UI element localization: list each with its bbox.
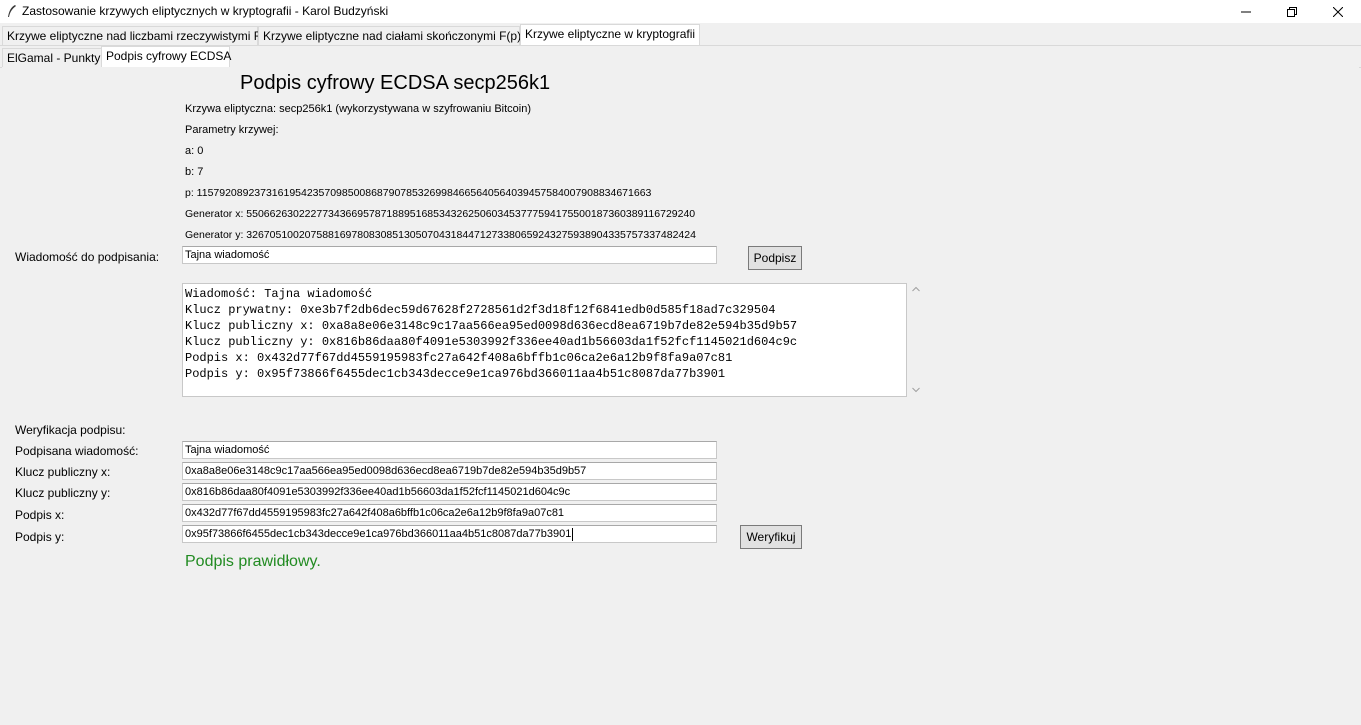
- curve-params-label: Parametry krzywej:: [185, 124, 279, 136]
- verify-public-x-label: Klucz publiczny x:: [15, 465, 111, 479]
- tab-elgamal[interactable]: ElGamal - Punkty: [2, 48, 102, 67]
- tab-cryptography[interactable]: Krzywe eliptyczne w kryptografii: [520, 24, 700, 45]
- param-p: p: 1157920892373161954235709850086879078…: [185, 187, 652, 199]
- generator-x: Generator x: 550662630222773436695787188…: [185, 208, 696, 220]
- tab-finite-fields[interactable]: Krzywe eliptyczne nad ciałami skończonym…: [258, 26, 521, 45]
- scroll-down-icon[interactable]: [912, 387, 920, 393]
- param-b: b: 7: [185, 166, 204, 178]
- feather-icon: [8, 5, 16, 17]
- verify-signature-y-label: Podpis y:: [15, 530, 65, 544]
- message-label: Wiadomość do podpisania:: [15, 250, 160, 264]
- verification-result: Podpis prawidłowy.: [185, 553, 321, 570]
- verify-button[interactable]: Weryfikuj: [740, 525, 802, 549]
- verify-public-x-input[interactable]: 0xa8a8e06e3148c9c17aa566ea95ed0098d636ec…: [182, 462, 717, 480]
- curve-name: Krzywa eliptyczna: secp256k1 (wykorzysty…: [185, 103, 532, 115]
- ecdsa-panel: Podpis cyfrowy ECDSA secp256k1 Krzywa el…: [2, 67, 1359, 722]
- verify-section-label: Weryfikacja podpisu:: [15, 423, 126, 437]
- restore-button[interactable]: [1269, 0, 1315, 23]
- tab-ecdsa[interactable]: Podpis cyfrowy ECDSA: [101, 46, 231, 67]
- text-cursor: [572, 527, 574, 541]
- output-line-signature-x: Podpis x: 0x432d77f67dd4559195983fc27a64…: [185, 351, 733, 365]
- param-a: a: 0: [185, 145, 204, 157]
- minimize-button[interactable]: [1223, 0, 1269, 23]
- minimize-icon: [1241, 11, 1251, 12]
- window-title: Zastosowanie krzywych eliptycznych w kry…: [22, 4, 389, 18]
- signed-message-input[interactable]: Tajna wiadomość: [182, 441, 717, 459]
- output-line-public-y: Klucz publiczny y: 0x816b86daa80f4091e53…: [185, 335, 798, 349]
- close-icon: [1333, 6, 1343, 17]
- verify-signature-x-label: Podpis x:: [15, 508, 65, 522]
- page-title: Podpis cyfrowy ECDSA secp256k1: [240, 72, 551, 94]
- verify-public-y-input[interactable]: 0x816b86daa80f4091e5303992f336ee40ad1b56…: [182, 483, 717, 501]
- close-button[interactable]: [1315, 0, 1361, 23]
- generator-y: Generator y: 326705100207588169780830851…: [185, 229, 696, 241]
- signed-message-label: Podpisana wiadomość:: [15, 444, 139, 458]
- tab-real-numbers[interactable]: Krzywe eliptyczne nad liczbami rzeczywis…: [2, 26, 262, 45]
- title-bar: Zastosowanie krzywych eliptycznych w kry…: [0, 0, 1361, 23]
- output-scrollbar[interactable]: [908, 283, 924, 397]
- verify-public-y-label: Klucz publiczny y:: [15, 486, 111, 500]
- sign-button[interactable]: Podpisz: [748, 246, 802, 270]
- verify-signature-x-input[interactable]: 0x432d77f67dd4559195983fc27a642f408a6bff…: [182, 504, 717, 522]
- restore-icon: [1287, 6, 1297, 17]
- verify-signature-y-input[interactable]: 0x95f73866f6455dec1cb343decce9e1ca976bd3…: [182, 525, 717, 543]
- output-line-message: Wiadomość: Tajna wiadomość: [185, 287, 373, 301]
- output-line-signature-y: Podpis y: 0x95f73866f6455dec1cb343decce9…: [185, 367, 726, 381]
- scroll-up-icon[interactable]: [912, 286, 920, 292]
- signature-output[interactable]: Wiadomość: Tajna wiadomość Klucz prywatn…: [182, 283, 907, 397]
- output-line-public-x: Klucz publiczny x: 0xa8a8e06e3148c9c17aa…: [185, 319, 798, 333]
- output-line-private-key: Klucz prywatny: 0xe3b7f2db6dec59d67628f2…: [185, 303, 776, 317]
- verify-signature-y-value: 0x95f73866f6455dec1cb343decce9e1ca976bd3…: [185, 528, 572, 540]
- message-input[interactable]: Tajna wiadomość: [182, 246, 717, 264]
